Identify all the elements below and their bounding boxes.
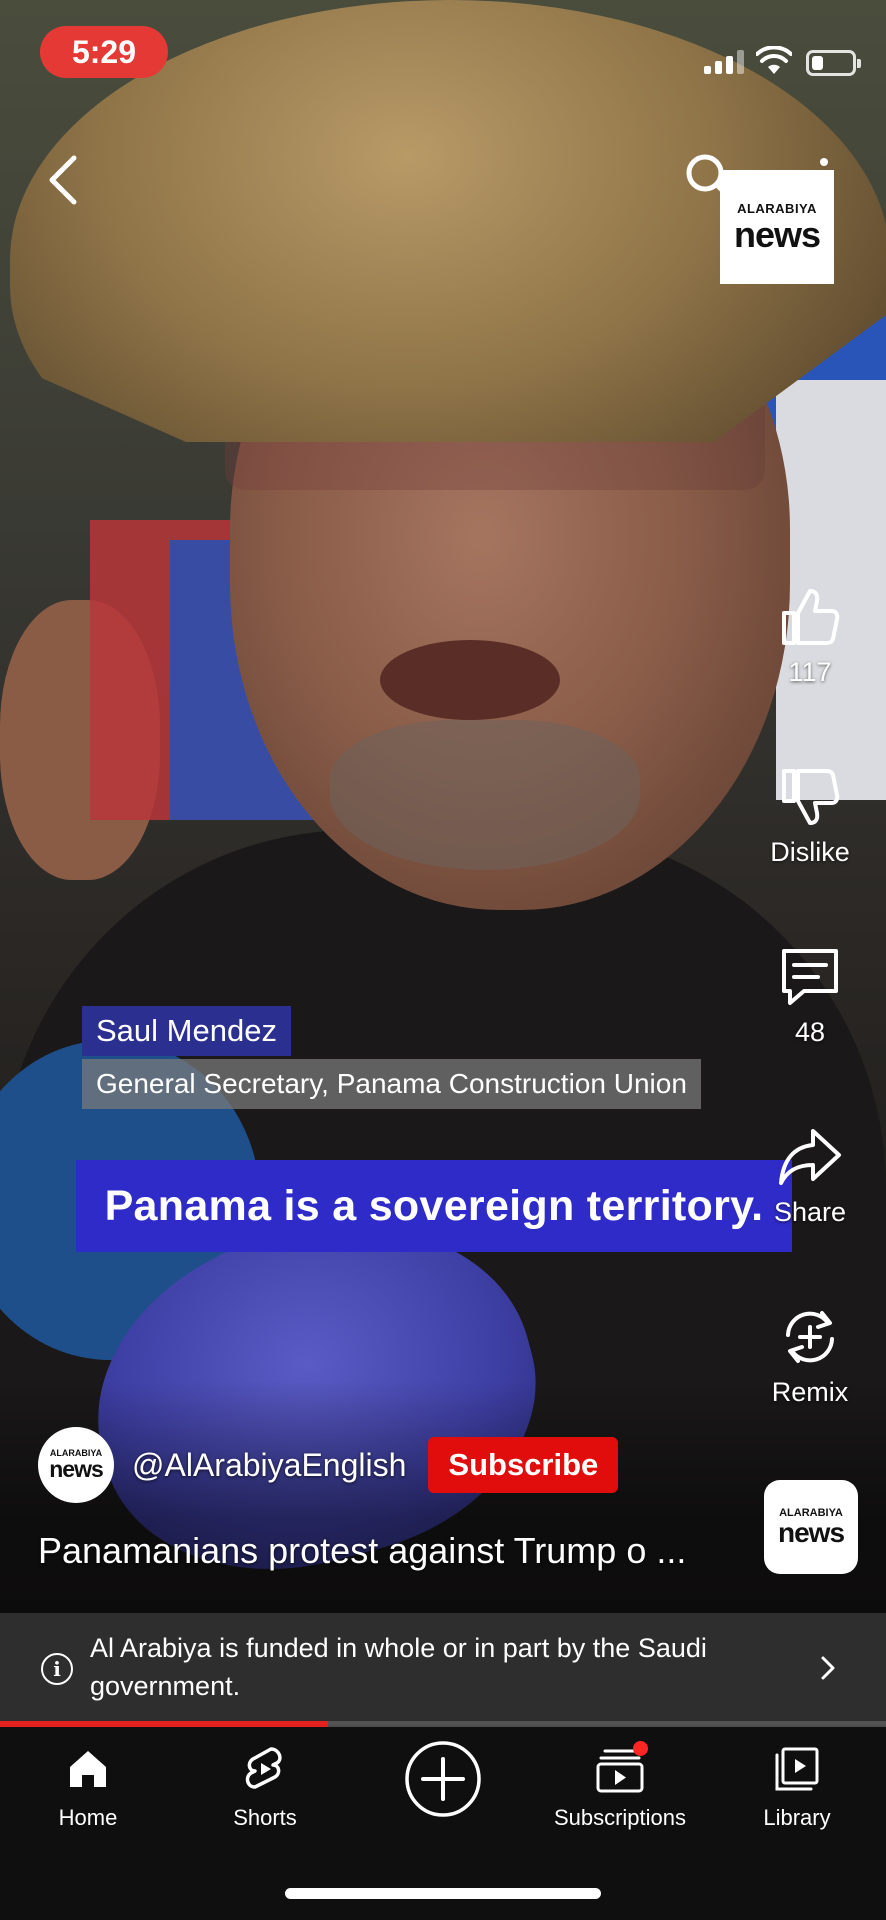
speaker-mouth bbox=[380, 640, 560, 720]
channel-avatar[interactable]: ALARABIYA news bbox=[38, 1427, 114, 1503]
nav-subscriptions-label: Subscriptions bbox=[553, 1805, 687, 1830]
like-button[interactable]: 117 bbox=[760, 585, 860, 688]
battery-level bbox=[812, 56, 824, 70]
chevron-right-icon bbox=[821, 1656, 835, 1680]
thumb-logo-line-2: news bbox=[777, 1516, 845, 1548]
remix-button[interactable]: Remix bbox=[760, 1305, 860, 1408]
home-icon bbox=[70, 1751, 106, 1787]
status-bar: 5:29 bbox=[0, 0, 886, 110]
share-label: Share bbox=[773, 1197, 847, 1227]
nav-home-label: Home bbox=[58, 1805, 118, 1830]
nav-home[interactable]: Home bbox=[0, 1745, 178, 1831]
dislike-button[interactable]: Dislike bbox=[760, 765, 860, 868]
comment-count: 48 bbox=[794, 1017, 826, 1047]
logo-line-1: ALARABIYA bbox=[737, 200, 817, 216]
nav-subscriptions[interactable]: Subscriptions bbox=[530, 1741, 710, 1831]
video-title[interactable]: Panamanians protest against Trump o ... bbox=[38, 1530, 738, 1572]
share-button[interactable]: Share bbox=[760, 1125, 860, 1228]
subtitle-caption: Panama is a sovereign territory. bbox=[76, 1160, 792, 1252]
nav-library-label: Library bbox=[763, 1805, 831, 1830]
wifi-icon bbox=[756, 46, 792, 74]
channel-row: ALARABIYA news @AlArabiyaEnglish Subscri… bbox=[38, 1425, 619, 1505]
thumbs-up-icon bbox=[782, 589, 840, 645]
cellular-signal-icon bbox=[704, 48, 744, 74]
create-button[interactable] bbox=[353, 1739, 533, 1831]
status-time: 5:29 bbox=[40, 26, 168, 78]
channel-thumbnail[interactable]: ALARABIYA news bbox=[764, 1480, 858, 1574]
avatar-logo-line-2: news bbox=[49, 1456, 104, 1482]
funding-notice-text: Al Arabiya is funded in whole or in part… bbox=[90, 1633, 707, 1701]
info-icon: i bbox=[41, 1653, 73, 1685]
comment-icon bbox=[782, 949, 838, 1005]
shorts-icon bbox=[245, 1747, 282, 1789]
battery-icon bbox=[806, 50, 861, 76]
comment-button[interactable]: 48 bbox=[760, 945, 860, 1048]
logo-line-2: news bbox=[733, 213, 821, 255]
dislike-label: Dislike bbox=[770, 837, 850, 867]
nav-shorts[interactable]: Shorts bbox=[175, 1745, 355, 1831]
create-plus-icon bbox=[405, 1741, 481, 1817]
notification-dot bbox=[633, 1741, 648, 1756]
channel-handle[interactable]: @AlArabiyaEnglish bbox=[132, 1447, 406, 1484]
subscribe-button[interactable]: Subscribe bbox=[428, 1437, 619, 1493]
remix-icon bbox=[786, 1311, 834, 1363]
speaker-title-tag: General Secretary, Panama Construction U… bbox=[82, 1059, 701, 1109]
speaker-beard bbox=[330, 720, 640, 870]
funding-notice[interactable]: i Al Arabiya is funded in whole or in pa… bbox=[0, 1613, 886, 1721]
share-icon bbox=[779, 1129, 841, 1185]
chevron-left-icon bbox=[49, 155, 77, 205]
alarabiya-news-logo: ALARABIYA news bbox=[720, 170, 834, 284]
nav-library[interactable]: Library bbox=[707, 1745, 886, 1831]
remix-label: Remix bbox=[771, 1377, 849, 1407]
back-button[interactable] bbox=[40, 150, 90, 210]
library-icon bbox=[775, 1747, 819, 1791]
like-count: 117 bbox=[788, 657, 832, 687]
nav-shorts-label: Shorts bbox=[233, 1805, 297, 1830]
home-indicator[interactable] bbox=[285, 1888, 601, 1899]
speaker-name-tag: Saul Mendez bbox=[82, 1006, 291, 1056]
thumbs-down-icon bbox=[782, 769, 840, 825]
